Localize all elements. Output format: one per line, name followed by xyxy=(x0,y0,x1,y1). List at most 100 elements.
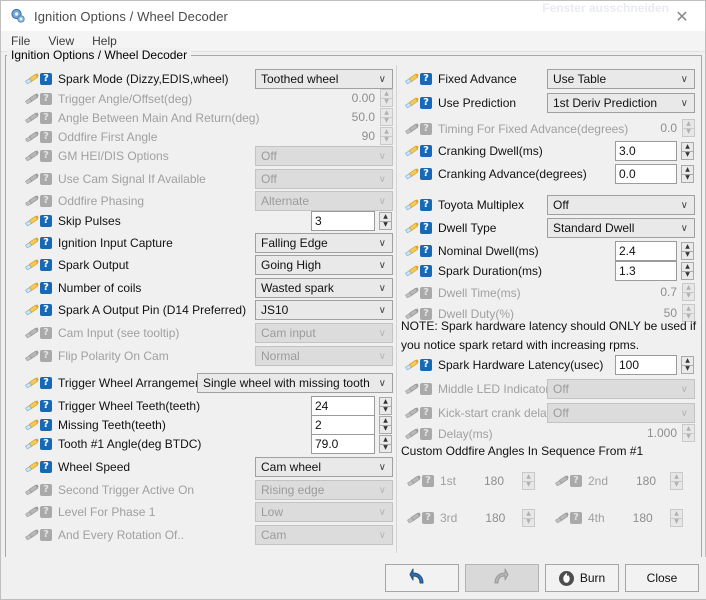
option-combobox[interactable]: Toothed wheel∨ xyxy=(255,69,393,89)
option-combobox[interactable]: Off∨ xyxy=(547,195,695,215)
undo-button[interactable] xyxy=(385,564,459,592)
menu-item-view[interactable]: View xyxy=(46,33,76,49)
menu-item-file[interactable]: File xyxy=(9,33,32,49)
help-question-icon[interactable]: ? xyxy=(40,461,52,473)
spinner-down-icon[interactable]: ▼ xyxy=(681,152,694,161)
edit-pen-icon[interactable] xyxy=(25,419,39,431)
spinner-up-icon[interactable]: ▲ xyxy=(379,397,392,407)
spinner-buttons[interactable]: ▲▼ xyxy=(681,142,694,160)
help-question-icon[interactable]: ? xyxy=(420,145,432,157)
spinner-buttons[interactable]: ▲▼ xyxy=(681,262,694,280)
option-combobox[interactable]: Use Table∨ xyxy=(547,69,695,89)
edit-pen-icon[interactable] xyxy=(25,282,39,294)
option-text-field[interactable]: 3.0 xyxy=(615,141,677,161)
edit-pen-icon[interactable] xyxy=(25,400,39,412)
spinner-buttons[interactable]: ▲▼ xyxy=(379,212,392,230)
spinner-buttons[interactable]: ▲▼ xyxy=(379,397,392,415)
help-question-icon[interactable]: ? xyxy=(420,222,432,234)
spinner-down-icon[interactable]: ▼ xyxy=(379,407,392,416)
option-text-field[interactable]: 1.3 xyxy=(615,261,677,281)
edit-pen-icon[interactable] xyxy=(25,304,39,316)
spinner-up-icon[interactable]: ▲ xyxy=(681,262,694,272)
spinner-down-icon[interactable]: ▼ xyxy=(379,426,392,435)
edit-pen-icon[interactable] xyxy=(405,199,419,211)
help-question-icon[interactable]: ? xyxy=(420,97,432,109)
help-question-icon[interactable]: ? xyxy=(40,419,52,431)
edit-pen-icon[interactable] xyxy=(25,237,39,249)
edit-pen-icon[interactable] xyxy=(405,222,419,234)
row-icons: ? xyxy=(25,112,52,124)
spinner-down-icon[interactable]: ▼ xyxy=(379,222,392,231)
spinner-down-icon[interactable]: ▼ xyxy=(681,175,694,184)
spinner-buttons[interactable]: ▲▼ xyxy=(681,356,694,374)
option-combobox[interactable]: 1st Deriv Prediction∨ xyxy=(547,93,695,113)
spinner-up-icon[interactable]: ▲ xyxy=(681,242,694,252)
option-text-field[interactable]: 24 xyxy=(311,396,375,416)
help-question-icon[interactable]: ? xyxy=(40,215,52,227)
help-question-icon[interactable]: ? xyxy=(420,245,432,257)
edit-pen-icon[interactable] xyxy=(405,265,419,277)
menu-item-help[interactable]: Help xyxy=(90,33,119,49)
option-text-field[interactable]: 3 xyxy=(311,211,375,231)
close-button[interactable]: Close xyxy=(625,564,699,592)
option-combobox[interactable]: Falling Edge∨ xyxy=(255,233,393,253)
help-question-icon[interactable]: ? xyxy=(40,282,52,294)
help-question-icon[interactable]: ? xyxy=(40,400,52,412)
spinner-buttons[interactable]: ▲▼ xyxy=(379,416,392,434)
help-question-icon[interactable]: ? xyxy=(40,304,52,316)
spinner-down-icon[interactable]: ▼ xyxy=(379,445,392,454)
spinner-up-icon[interactable]: ▲ xyxy=(379,212,392,222)
option-combobox[interactable]: JS10∨ xyxy=(255,300,393,320)
help-question-icon[interactable]: ? xyxy=(420,359,432,371)
option-combobox[interactable]: Going High∨ xyxy=(255,255,393,275)
edit-pen-icon[interactable] xyxy=(405,73,419,85)
help-question-icon[interactable]: ? xyxy=(40,237,52,249)
edit-pen-icon[interactable] xyxy=(405,168,419,180)
edit-pen-icon[interactable] xyxy=(405,359,419,371)
spinner-up-icon[interactable]: ▲ xyxy=(379,416,392,426)
option-combobox[interactable]: Single wheel with missing tooth∨ xyxy=(197,373,393,393)
option-combobox[interactable]: Wasted spark∨ xyxy=(255,278,393,298)
spinner-up-icon[interactable]: ▲ xyxy=(681,142,694,152)
help-question-icon[interactable]: ? xyxy=(40,73,52,85)
row-icons: ? xyxy=(407,475,434,487)
help-question-icon[interactable]: ? xyxy=(420,265,432,277)
spinner-buttons[interactable]: ▲▼ xyxy=(681,165,694,183)
spinner-buttons[interactable]: ▲▼ xyxy=(379,435,392,453)
burn-button[interactable]: Burn xyxy=(545,564,619,592)
option-combobox[interactable]: Standard Dwell∨ xyxy=(547,218,695,238)
spinner-up-icon[interactable]: ▲ xyxy=(379,435,392,445)
option-text-field[interactable]: 0.0 xyxy=(615,164,677,184)
redo-button[interactable] xyxy=(465,564,539,592)
help-question-icon[interactable]: ? xyxy=(420,168,432,180)
edit-pen-icon[interactable] xyxy=(405,97,419,109)
help-question-icon[interactable]: ? xyxy=(420,73,432,85)
option-text-field[interactable]: 79.0 xyxy=(311,434,375,454)
spinner-up-icon[interactable]: ▲ xyxy=(681,356,694,366)
close-icon[interactable]: ✕ xyxy=(659,1,705,31)
option-combobox[interactable]: Cam wheel∨ xyxy=(255,457,393,477)
edit-pen-icon[interactable] xyxy=(25,259,39,271)
option-text-field[interactable]: 100 xyxy=(615,355,677,375)
help-question-icon[interactable]: ? xyxy=(420,199,432,211)
edit-pen-icon[interactable] xyxy=(25,73,39,85)
edit-pen-icon[interactable] xyxy=(25,215,39,227)
help-question-icon[interactable]: ? xyxy=(40,259,52,271)
spinner-down-icon[interactable]: ▼ xyxy=(681,272,694,281)
help-question-icon[interactable]: ? xyxy=(40,377,52,389)
help-question-icon: ? xyxy=(40,112,52,124)
edit-pen-icon[interactable] xyxy=(405,145,419,157)
edit-pen-icon[interactable] xyxy=(405,245,419,257)
help-question-icon[interactable]: ? xyxy=(40,438,52,450)
option-text-field[interactable]: 2.4 xyxy=(615,241,677,261)
oddfire-value: 180 xyxy=(623,511,653,525)
spinner-buttons[interactable]: ▲▼ xyxy=(681,242,694,260)
spinner-up-icon[interactable]: ▲ xyxy=(681,165,694,175)
option-text-field[interactable]: 2 xyxy=(311,415,375,435)
spinner-down-icon[interactable]: ▼ xyxy=(681,252,694,261)
edit-pen-icon[interactable] xyxy=(25,438,39,450)
edit-pen-icon[interactable] xyxy=(25,377,39,389)
spinner-up-icon: ▲ xyxy=(682,424,695,434)
spinner-down-icon[interactable]: ▼ xyxy=(681,366,694,375)
edit-pen-icon[interactable] xyxy=(25,461,39,473)
